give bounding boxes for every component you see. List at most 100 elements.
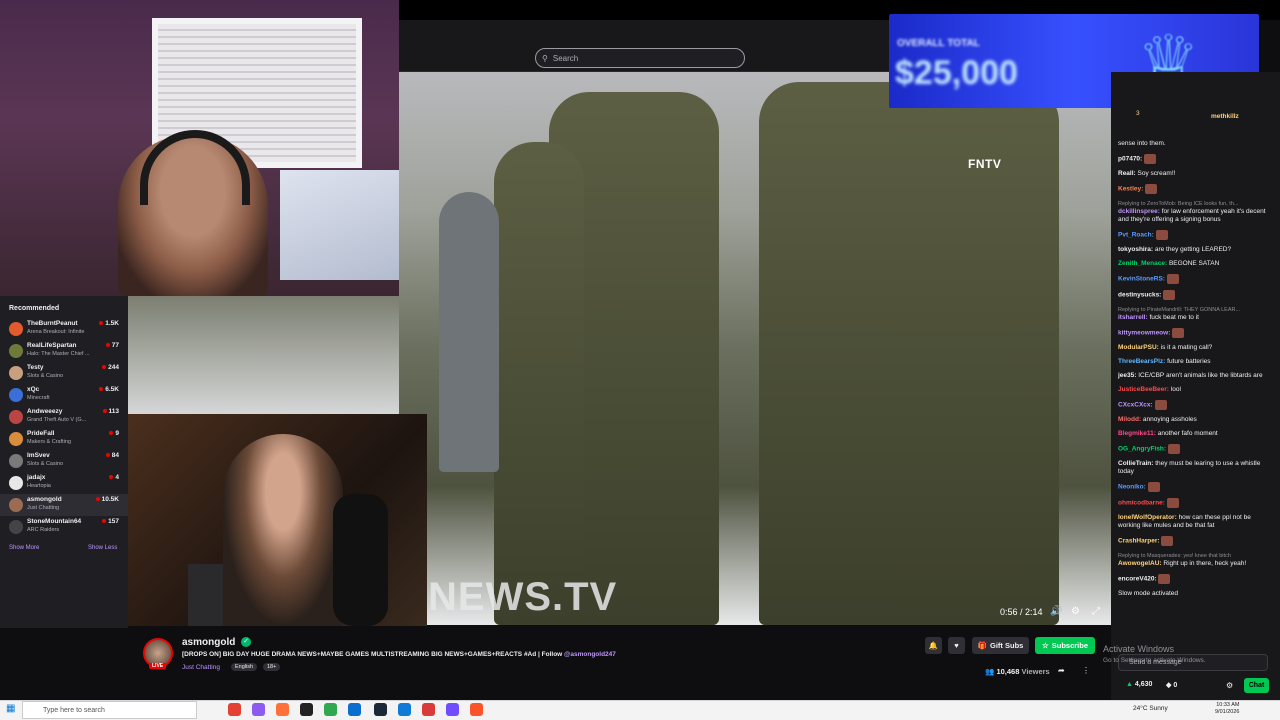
chat-username[interactable]: jee35:: [1118, 372, 1136, 379]
chat-username[interactable]: destinysucks:: [1118, 292, 1161, 299]
steam-icon[interactable]: [374, 703, 387, 716]
chat-message: Replying to Masquerades: yes! knee that …: [1118, 552, 1273, 568]
bits-value: 0: [1173, 682, 1178, 689]
video-player[interactable]: [399, 72, 1111, 625]
bits-count[interactable]: ◆ 0: [1166, 681, 1177, 689]
app-icon[interactable]: [324, 703, 337, 716]
chat-username[interactable]: Zenith_Menace:: [1118, 260, 1167, 267]
sidebar-channel[interactable]: Testy Slots & Casino 244: [0, 362, 128, 384]
chat-message: Neoniko:: [1118, 482, 1273, 492]
chat-username[interactable]: kittymeowmeow:: [1118, 330, 1170, 337]
video-watermark: FNTV: [968, 157, 1002, 171]
chat-username[interactable]: encoreV420:: [1118, 576, 1157, 583]
chat-username[interactable]: itsharrell:: [1118, 314, 1148, 321]
chat-message: CollieTrain: they must be learing to use…: [1118, 460, 1273, 476]
taskbar-search-input[interactable]: Type here to search: [22, 701, 197, 719]
weather-widget[interactable]: 24°C Sunny: [1133, 705, 1168, 712]
chat-message: Replying to PirateMandrill: THEY GONNA L…: [1118, 306, 1273, 322]
chat-text: BEGONE SATAN: [1168, 260, 1220, 267]
tag-english[interactable]: English: [231, 663, 258, 671]
emote-icon: [1166, 498, 1179, 508]
follow-handle-link[interactable]: @asmongold247: [564, 651, 616, 658]
chat-username[interactable]: JusticeBeeBeer:: [1118, 386, 1169, 393]
tag-mature[interactable]: 18+: [263, 663, 281, 671]
chat-username[interactable]: CollieTrain:: [1118, 460, 1153, 467]
sidebar-channel[interactable]: xQc Minecraft 6.5K: [0, 384, 128, 406]
sidebar-channel[interactable]: RealLifeSpartan Halo: The Master Chief .…: [0, 340, 128, 362]
sidebar-channel[interactable]: StoneMountain64 ARC Raiders 157: [0, 516, 128, 538]
channel-points[interactable]: ▲ 4,630: [1126, 681, 1152, 688]
viewer-label: Viewers: [1021, 667, 1050, 676]
search-input[interactable]: ⚲ Search: [535, 48, 745, 68]
windows-start-icon[interactable]: ▦: [6, 703, 15, 714]
category-link[interactable]: Just Chatting: [182, 664, 220, 671]
chat-send-button[interactable]: Chat: [1244, 678, 1269, 693]
fullscreen-icon[interactable]: ⤢: [1092, 606, 1100, 617]
chat-message: jee35: ICE/CBP aren't animals like the l…: [1118, 372, 1273, 380]
chat-username[interactable]: CrashHarper:: [1118, 538, 1160, 545]
chat-username[interactable]: Milodd:: [1118, 416, 1141, 423]
emote-icon: [1144, 154, 1157, 164]
chat-username[interactable]: ohmicodbarne:: [1118, 500, 1165, 507]
sidebar-channel[interactable]: PrideFall Makers & Crafting 9: [0, 428, 128, 450]
chat-username[interactable]: ModularPSU:: [1118, 344, 1159, 351]
channel-viewers: 10.5K: [95, 496, 119, 503]
sidebar-channel[interactable]: TheBurntPeanut Arena Breakout: Infinite …: [0, 318, 128, 340]
emote-icon: [1158, 574, 1171, 584]
sidebar-channel[interactable]: Andweeezy Grand Theft Auto V (G... 113: [0, 406, 128, 428]
video-timecode: 0:56 / 2:14: [1000, 607, 1043, 617]
gift-subs-button[interactable]: 🎁 Gift Subs: [972, 637, 1029, 654]
chat-username[interactable]: CXcxCXcx:: [1118, 402, 1153, 409]
heart-follow-icon[interactable]: ♥: [948, 637, 965, 654]
chat-username[interactable]: lonelWolfOperator:: [1118, 514, 1177, 521]
app-icon[interactable]: [252, 703, 265, 716]
chat-username[interactable]: Pvt_Roach:: [1118, 232, 1154, 239]
chat-username[interactable]: dckillinspree:: [1118, 208, 1160, 215]
chat-username[interactable]: Blegmike11:: [1118, 430, 1156, 437]
sidebar-channel[interactable]: jadajx Heartopia 4: [0, 472, 128, 494]
chat-username[interactable]: Reall:: [1118, 170, 1136, 177]
app-icon[interactable]: [300, 703, 313, 716]
channel-name[interactable]: asmongold: [182, 637, 235, 648]
channel-viewers: 157: [102, 518, 119, 525]
app-icon[interactable]: [446, 703, 459, 716]
chat-username[interactable]: KevinStoneRS:: [1118, 276, 1165, 283]
show-less-link[interactable]: Show Less: [88, 545, 117, 551]
microphone: [333, 494, 388, 626]
subscribe-label: Subscribe: [1051, 641, 1088, 650]
edge-icon[interactable]: [398, 703, 411, 716]
chat-username[interactable]: tokyoshira:: [1118, 246, 1153, 253]
app-icon[interactable]: [422, 703, 435, 716]
channel-viewers: 84: [105, 452, 119, 459]
chrome-icon[interactable]: [228, 703, 241, 716]
firefox-icon[interactable]: [276, 703, 289, 716]
notification-bell-icon[interactable]: 🔔: [925, 637, 942, 654]
settings-icon[interactable]: ⚙: [1071, 606, 1080, 617]
avatar: [9, 498, 23, 512]
chat-username[interactable]: Kestley:: [1118, 186, 1143, 193]
more-options-icon[interactable]: ⋮: [1082, 666, 1090, 675]
show-more-link[interactable]: Show More: [9, 545, 39, 551]
chat-message: CXcxCXcx:: [1118, 400, 1273, 410]
app-icon[interactable]: [348, 703, 361, 716]
chat-username[interactable]: p07470:: [1118, 156, 1142, 163]
gift-subs-label: Gift Subs: [990, 641, 1024, 650]
system-clock[interactable]: 10:33 AM 9/01/2026: [1215, 702, 1239, 716]
avatar: [9, 388, 23, 402]
chat-settings-icon[interactable]: ⚙: [1226, 681, 1233, 690]
volume-icon[interactable]: 🔊: [1050, 606, 1062, 617]
chat-username[interactable]: AwowogelAU:: [1118, 560, 1162, 567]
viewer-count: 84: [111, 452, 119, 459]
points-value: 4,630: [1134, 681, 1153, 688]
sidebar-channel[interactable]: asmongold Just Chatting 10.5K: [0, 494, 128, 516]
chat-username[interactable]: OG_AngryFish:: [1118, 446, 1166, 453]
brave-icon[interactable]: [470, 703, 483, 716]
chat-username[interactable]: Neoniko:: [1118, 484, 1146, 491]
subscribe-button[interactable]: ☆ Subscribe: [1035, 637, 1095, 654]
chat-username[interactable]: ThreeBearsPlz:: [1118, 358, 1165, 365]
chat-text: fuck beat me to it: [1149, 314, 1199, 321]
live-dot-icon: [95, 497, 100, 502]
sidebar-channel[interactable]: ImSvev Slots & Casino 84: [0, 450, 128, 472]
share-icon[interactable]: ➦: [1058, 666, 1065, 675]
live-badge: LIVE: [149, 663, 167, 669]
